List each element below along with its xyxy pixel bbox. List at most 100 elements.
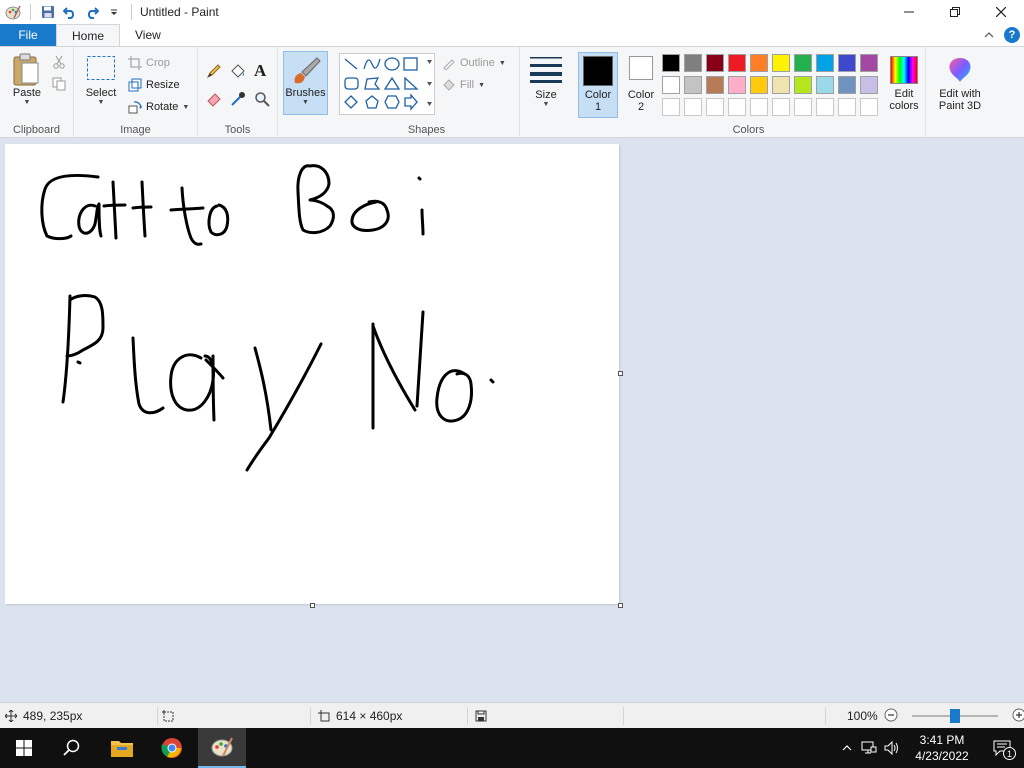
palette-swatch[interactable] bbox=[684, 76, 702, 94]
canvas-size-cell: 614 × 460px bbox=[318, 703, 402, 729]
hexagon-shape-icon[interactable] bbox=[384, 95, 400, 109]
help-icon[interactable]: ? bbox=[1004, 27, 1020, 43]
restore-button[interactable] bbox=[932, 0, 978, 24]
palette-swatch[interactable] bbox=[706, 54, 724, 72]
volume-icon[interactable] bbox=[880, 741, 904, 755]
clock[interactable]: 3:41 PM 4/23/2022 bbox=[904, 732, 980, 764]
eraser-icon[interactable] bbox=[206, 91, 222, 110]
custom-color-slot[interactable] bbox=[728, 98, 746, 116]
paint-taskbar-button[interactable] bbox=[198, 728, 246, 768]
paste-button[interactable]: Paste ▼ bbox=[8, 53, 46, 106]
crop-button[interactable]: Crop bbox=[128, 53, 170, 73]
fill-with-color-icon[interactable] bbox=[230, 63, 246, 82]
palette-swatch[interactable] bbox=[728, 54, 746, 72]
right-triangle-shape-icon[interactable] bbox=[404, 76, 419, 90]
palette-swatch[interactable] bbox=[772, 54, 790, 72]
custom-color-slot[interactable] bbox=[816, 98, 834, 116]
line-shape-icon[interactable] bbox=[344, 58, 358, 70]
magnifier-icon[interactable] bbox=[254, 91, 270, 110]
close-button[interactable] bbox=[978, 0, 1024, 24]
palette-swatch[interactable] bbox=[772, 76, 790, 94]
paint-app-icon[interactable] bbox=[2, 1, 24, 23]
brushes-button[interactable]: Brushes ▼ bbox=[283, 51, 328, 115]
rounded-rectangle-shape-icon[interactable] bbox=[344, 77, 359, 90]
zoom-in-button[interactable] bbox=[1012, 708, 1024, 725]
status-bar: 489, 235px 614 × 460px 100% bbox=[0, 702, 1024, 728]
diamond-shape-icon[interactable] bbox=[344, 95, 358, 109]
zoom-slider-thumb[interactable] bbox=[949, 709, 960, 723]
palette-swatch[interactable] bbox=[706, 76, 724, 94]
palette-swatch[interactable] bbox=[794, 54, 812, 72]
search-button[interactable] bbox=[48, 728, 96, 768]
custom-color-slot[interactable] bbox=[662, 98, 680, 116]
custom-color-slot[interactable] bbox=[706, 98, 724, 116]
file-explorer-button[interactable] bbox=[98, 728, 146, 768]
color2-swatch bbox=[629, 56, 653, 80]
start-button[interactable] bbox=[0, 728, 48, 768]
color2-button[interactable]: Color 2 bbox=[622, 56, 660, 113]
rotate-button[interactable]: Rotate ▼ bbox=[128, 97, 189, 117]
color-picker-icon[interactable] bbox=[230, 91, 246, 110]
palette-swatch[interactable] bbox=[816, 76, 834, 94]
edit-colors-button[interactable]: Edit colors bbox=[884, 56, 924, 112]
palette-swatch[interactable] bbox=[728, 76, 746, 94]
edit-with-paint3d-button[interactable]: Edit with Paint 3D bbox=[932, 56, 988, 112]
cut-icon[interactable] bbox=[52, 55, 66, 72]
show-hidden-icons-icon[interactable] bbox=[836, 744, 858, 752]
rotate-icon bbox=[128, 101, 142, 114]
tab-file[interactable]: File bbox=[0, 24, 56, 46]
oval-shape-icon[interactable] bbox=[384, 57, 400, 71]
custom-color-slot[interactable] bbox=[860, 98, 878, 116]
custom-color-slot[interactable] bbox=[794, 98, 812, 116]
collapse-ribbon-icon[interactable] bbox=[984, 28, 994, 42]
drawing-canvas[interactable] bbox=[5, 144, 619, 604]
chrome-button[interactable] bbox=[148, 728, 196, 768]
outline-button[interactable]: Outline ▼ bbox=[442, 53, 506, 73]
custom-color-slot[interactable] bbox=[684, 98, 702, 116]
palette-swatch[interactable] bbox=[684, 54, 702, 72]
copy-icon[interactable] bbox=[52, 77, 66, 94]
resize-handle-corner[interactable] bbox=[618, 603, 623, 608]
palette-swatch[interactable] bbox=[860, 76, 878, 94]
resize-handle-bottom[interactable] bbox=[310, 603, 315, 608]
color1-button[interactable]: Color 1 bbox=[578, 52, 618, 118]
zoom-slider[interactable] bbox=[911, 709, 998, 723]
select-button[interactable]: Select ▼ bbox=[82, 55, 120, 106]
custom-color-slot[interactable] bbox=[750, 98, 768, 116]
resize-button[interactable]: Resize bbox=[128, 75, 180, 95]
customize-qat-icon[interactable] bbox=[103, 1, 125, 23]
custom-color-slot[interactable] bbox=[772, 98, 790, 116]
palette-swatch[interactable] bbox=[662, 76, 680, 94]
size-label: Size bbox=[535, 89, 557, 101]
redo-icon[interactable] bbox=[81, 1, 103, 23]
text-tool-icon[interactable]: A bbox=[254, 61, 266, 81]
palette-swatch[interactable] bbox=[860, 54, 878, 72]
zoom-out-button[interactable] bbox=[884, 708, 898, 725]
palette-swatch[interactable] bbox=[816, 54, 834, 72]
rectangle-shape-icon[interactable] bbox=[403, 57, 418, 71]
resize-handle-right[interactable] bbox=[618, 371, 623, 376]
minimize-button[interactable] bbox=[886, 0, 932, 24]
network-icon[interactable] bbox=[858, 741, 880, 755]
custom-color-slot[interactable] bbox=[838, 98, 856, 116]
undo-icon[interactable] bbox=[59, 1, 81, 23]
palette-swatch[interactable] bbox=[662, 54, 680, 72]
tab-home[interactable]: Home bbox=[56, 24, 121, 46]
action-center-button[interactable]: 1 bbox=[980, 728, 1024, 768]
fill-button[interactable]: Fill ▼ bbox=[442, 75, 485, 95]
polygon-shape-icon[interactable] bbox=[364, 77, 381, 90]
save-icon[interactable] bbox=[37, 1, 59, 23]
size-button[interactable]: Size ▼ bbox=[526, 55, 566, 108]
palette-swatch[interactable] bbox=[750, 54, 768, 72]
palette-swatch[interactable] bbox=[794, 76, 812, 94]
palette-swatch[interactable] bbox=[838, 54, 856, 72]
separator bbox=[131, 4, 132, 20]
curve-shape-icon[interactable] bbox=[363, 58, 381, 70]
triangle-shape-icon[interactable] bbox=[383, 76, 401, 90]
pencil-icon[interactable] bbox=[206, 63, 222, 82]
tab-view[interactable]: View bbox=[120, 24, 176, 46]
right-arrow-shape-icon[interactable] bbox=[404, 93, 418, 111]
palette-swatch[interactable] bbox=[750, 76, 768, 94]
pentagon-shape-icon[interactable] bbox=[365, 95, 379, 109]
palette-swatch[interactable] bbox=[838, 76, 856, 94]
